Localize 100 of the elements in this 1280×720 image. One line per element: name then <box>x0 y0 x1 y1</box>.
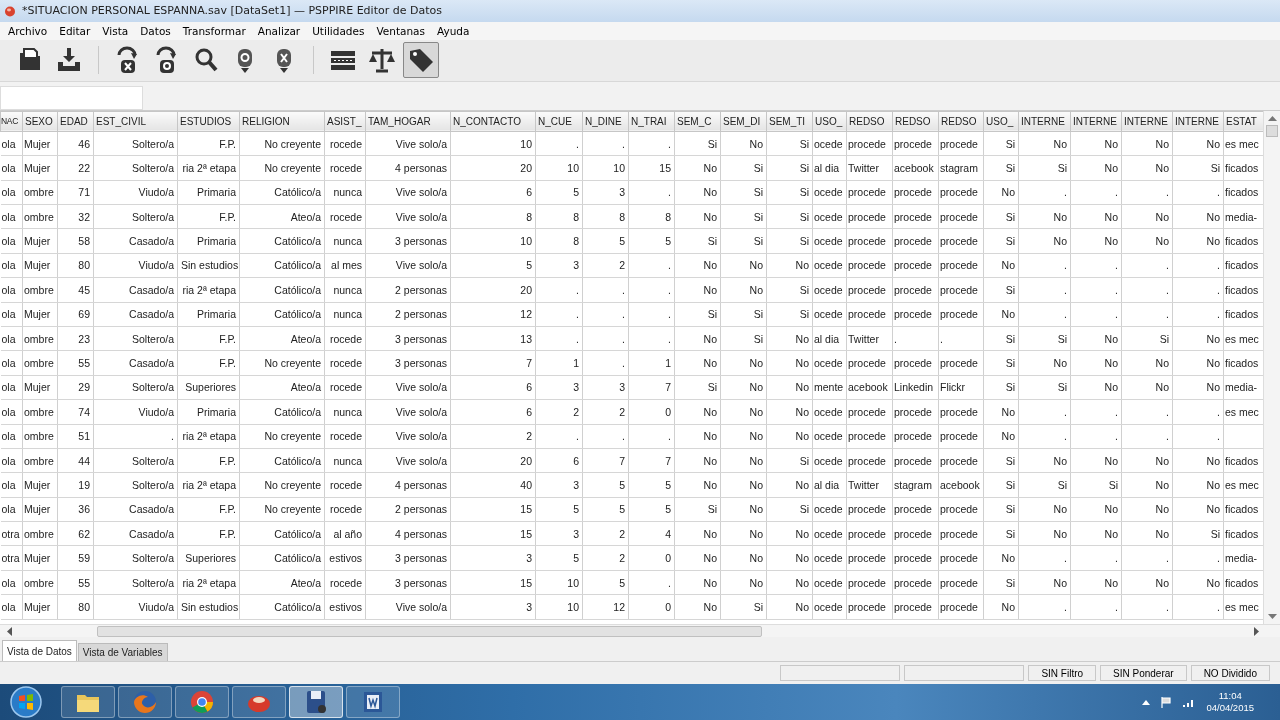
column-header[interactable]: N_CONTACTO <box>450 111 536 132</box>
clock-date[interactable]: 04/04/2015 <box>1206 702 1254 714</box>
scroll-thumb[interactable] <box>1266 124 1278 137</box>
table-cell: No <box>983 594 1019 620</box>
taskbar-button[interactable] <box>289 686 343 718</box>
table-cell: No <box>674 594 721 620</box>
menu-item[interactable]: Analizar <box>253 24 305 37</box>
scroll-right-icon[interactable] <box>1254 626 1260 636</box>
column-header[interactable]: NAC <box>0 111 23 132</box>
table-cell: . <box>1172 277 1224 303</box>
table-cell: No <box>674 326 721 351</box>
table-cell: 0 <box>628 399 675 424</box>
column-header[interactable]: EDAD <box>57 111 94 132</box>
table-cell: 3 <box>450 545 536 571</box>
column-header[interactable]: N_TRAI <box>628 111 675 132</box>
table-cell: No <box>983 399 1019 424</box>
table-cell: No <box>1070 521 1122 546</box>
table-cell: Viudo/a <box>93 399 178 424</box>
menu-item[interactable]: Vista <box>98 24 133 37</box>
menu-item[interactable]: Ayuda <box>433 24 474 37</box>
taskbar-button[interactable] <box>346 686 400 718</box>
table-cell: ria 2ª etapa <box>177 155 240 181</box>
scroll-left-icon[interactable] <box>6 626 12 636</box>
table-cell: No <box>1121 155 1173 181</box>
column-header[interactable]: REDSO <box>938 111 984 132</box>
table-cell: . <box>535 131 583 156</box>
column-header[interactable]: INTERNE <box>1070 111 1122 132</box>
table-cell: Si <box>983 350 1019 376</box>
column-header[interactable]: SEM_DI <box>720 111 767 132</box>
table-cell: ola <box>0 204 23 229</box>
table-cell: ocede <box>812 350 847 376</box>
column-header[interactable]: REDSO <box>846 111 893 132</box>
column-header[interactable]: EST_CIVIL <box>93 111 178 132</box>
menu-item[interactable]: Editar <box>55 24 95 37</box>
toolbar-button[interactable] <box>403 42 439 79</box>
table-cell: Si <box>720 228 767 254</box>
column-header[interactable]: SEXO <box>22 111 58 132</box>
column-header[interactable]: USO_ <box>812 111 847 132</box>
menu-item[interactable]: Archivo <box>4 24 52 37</box>
column-header[interactable]: REDSO <box>892 111 939 132</box>
scroll-thumb[interactable] <box>97 625 762 637</box>
table-cell: Vive solo/a <box>365 424 451 449</box>
menu-item[interactable]: Ventanas <box>372 24 429 37</box>
horizontal-scrollbar[interactable] <box>0 624 1280 638</box>
table-cell: nunca <box>324 277 366 303</box>
table-cell: procede <box>846 594 893 620</box>
table-cell: Católico/a <box>239 253 325 278</box>
table-cell: Mujer <box>22 253 58 278</box>
table-cell: ocede <box>812 302 847 327</box>
column-header[interactable]: N_DINE <box>582 111 629 132</box>
table-cell: 7 <box>628 448 675 473</box>
table-cell: 5 <box>582 472 629 498</box>
table-cell: Vive solo/a <box>365 180 451 205</box>
table-cell: procede <box>892 545 939 571</box>
column-header[interactable]: ASIST_ <box>324 111 366 132</box>
table-cell: rocede <box>324 497 366 522</box>
table-cell: No <box>1018 228 1071 254</box>
column-header[interactable]: INTERNE <box>1121 111 1173 132</box>
table-cell: . <box>582 326 629 351</box>
view-tab[interactable]: Vista de Variables <box>77 643 168 662</box>
column-header[interactable]: INTERNE <box>1018 111 1071 132</box>
table-cell: No <box>1121 204 1173 229</box>
view-tab[interactable]: Vista de Datos <box>2 640 77 662</box>
column-header[interactable]: SEM_C <box>674 111 721 132</box>
table-cell: ola <box>0 180 23 205</box>
column-header[interactable]: ESTUDIOS <box>177 111 240 132</box>
menu-item[interactable]: Utilidades <box>308 24 369 37</box>
table-cell: otra <box>0 545 23 571</box>
show-hidden-icons-icon[interactable] <box>1142 699 1151 705</box>
column-header[interactable]: RELIGION <box>239 111 325 132</box>
table-cell: ocede <box>812 521 847 546</box>
table-cell: Si <box>1018 472 1071 498</box>
column-header[interactable]: SEM_TI <box>766 111 813 132</box>
table-cell: Vive solo/a <box>365 594 451 620</box>
table-cell: 7 <box>582 448 629 473</box>
table-cell: Si <box>1121 326 1173 351</box>
table-cell: No <box>983 424 1019 449</box>
column-header[interactable]: INTERNE <box>1172 111 1224 132</box>
table-cell: Vive solo/a <box>365 204 451 229</box>
flag-icon[interactable] <box>1160 696 1173 708</box>
table-cell: No <box>766 521 813 546</box>
column-header[interactable]: N_CUE <box>535 111 583 132</box>
table-cell: procede <box>846 497 893 522</box>
table-cell: 3 personas <box>365 228 451 254</box>
column-header[interactable]: USO_ <box>983 111 1019 132</box>
menu-item[interactable]: Transformar <box>178 24 250 37</box>
table-cell: Casado/a <box>93 277 178 303</box>
table-cell: Mujer <box>22 131 58 156</box>
table-cell: Soltero/a <box>93 155 178 181</box>
table-cell: . <box>1121 399 1173 424</box>
table-cell: ombre <box>22 204 58 229</box>
vertical-scrollbar[interactable] <box>1263 110 1280 625</box>
clock-time[interactable]: 11:04 <box>1218 690 1242 702</box>
menu-item[interactable]: Datos <box>136 24 175 37</box>
scroll-down-icon[interactable] <box>1267 614 1277 621</box>
table-cell: procede <box>938 253 984 278</box>
cell-reference-field[interactable] <box>0 85 143 110</box>
scroll-up-icon[interactable] <box>1267 114 1277 121</box>
column-header[interactable]: ESTAT <box>1223 111 1263 132</box>
column-header[interactable]: TAM_HOGAR <box>365 111 451 132</box>
